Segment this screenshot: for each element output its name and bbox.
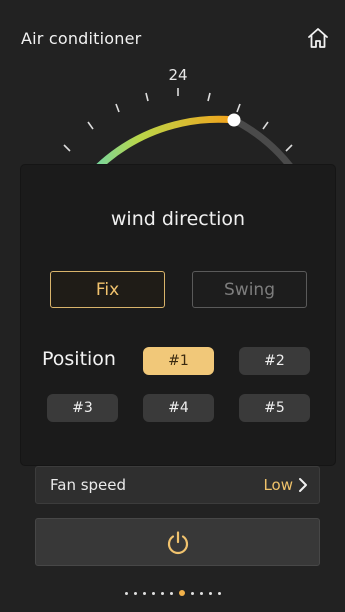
page-dot[interactable] [142, 591, 146, 595]
page-dot[interactable] [199, 591, 203, 595]
page-dot-active[interactable] [178, 590, 185, 596]
position-4-button[interactable]: #4 [143, 394, 214, 422]
page-indicator[interactable] [0, 590, 345, 596]
page-dot[interactable] [190, 591, 194, 595]
position-2-button[interactable]: #2 [239, 347, 310, 375]
page-dot[interactable] [151, 591, 155, 595]
page-dot[interactable] [124, 591, 128, 595]
position-3-button[interactable]: #3 [47, 394, 118, 422]
position-label: Position [42, 348, 116, 370]
dial-knob [227, 113, 241, 127]
page-dot[interactable] [160, 591, 164, 595]
page-dot[interactable] [217, 591, 221, 595]
fan-speed-row[interactable]: Fan speed Low [35, 466, 320, 504]
page-dot[interactable] [169, 591, 173, 595]
wind-direction-dialog: wind direction Fix Swing Position #1 #2 … [21, 165, 335, 465]
page-dot[interactable] [208, 591, 212, 595]
power-button[interactable] [35, 518, 320, 566]
dial-tick-label: 24 [168, 66, 187, 84]
mode-swing-button[interactable]: Swing [192, 271, 307, 308]
fan-speed-label: Fan speed [50, 476, 127, 494]
dialog-title: wind direction [110, 208, 246, 230]
page-title: Air conditioner [21, 29, 142, 48]
position-5-button[interactable]: #5 [239, 394, 310, 422]
home-icon[interactable] [306, 26, 330, 50]
dial-ticks [63, 88, 293, 152]
chevron-right-icon [299, 478, 307, 492]
page-dot[interactable] [133, 591, 137, 595]
power-icon [167, 531, 189, 555]
ac-screen: Air conditioner 24 wind direction Fix Sw… [0, 0, 345, 612]
fan-speed-value: Low [263, 476, 293, 494]
mode-fix-button[interactable]: Fix [50, 271, 165, 308]
position-1-button[interactable]: #1 [143, 347, 214, 375]
